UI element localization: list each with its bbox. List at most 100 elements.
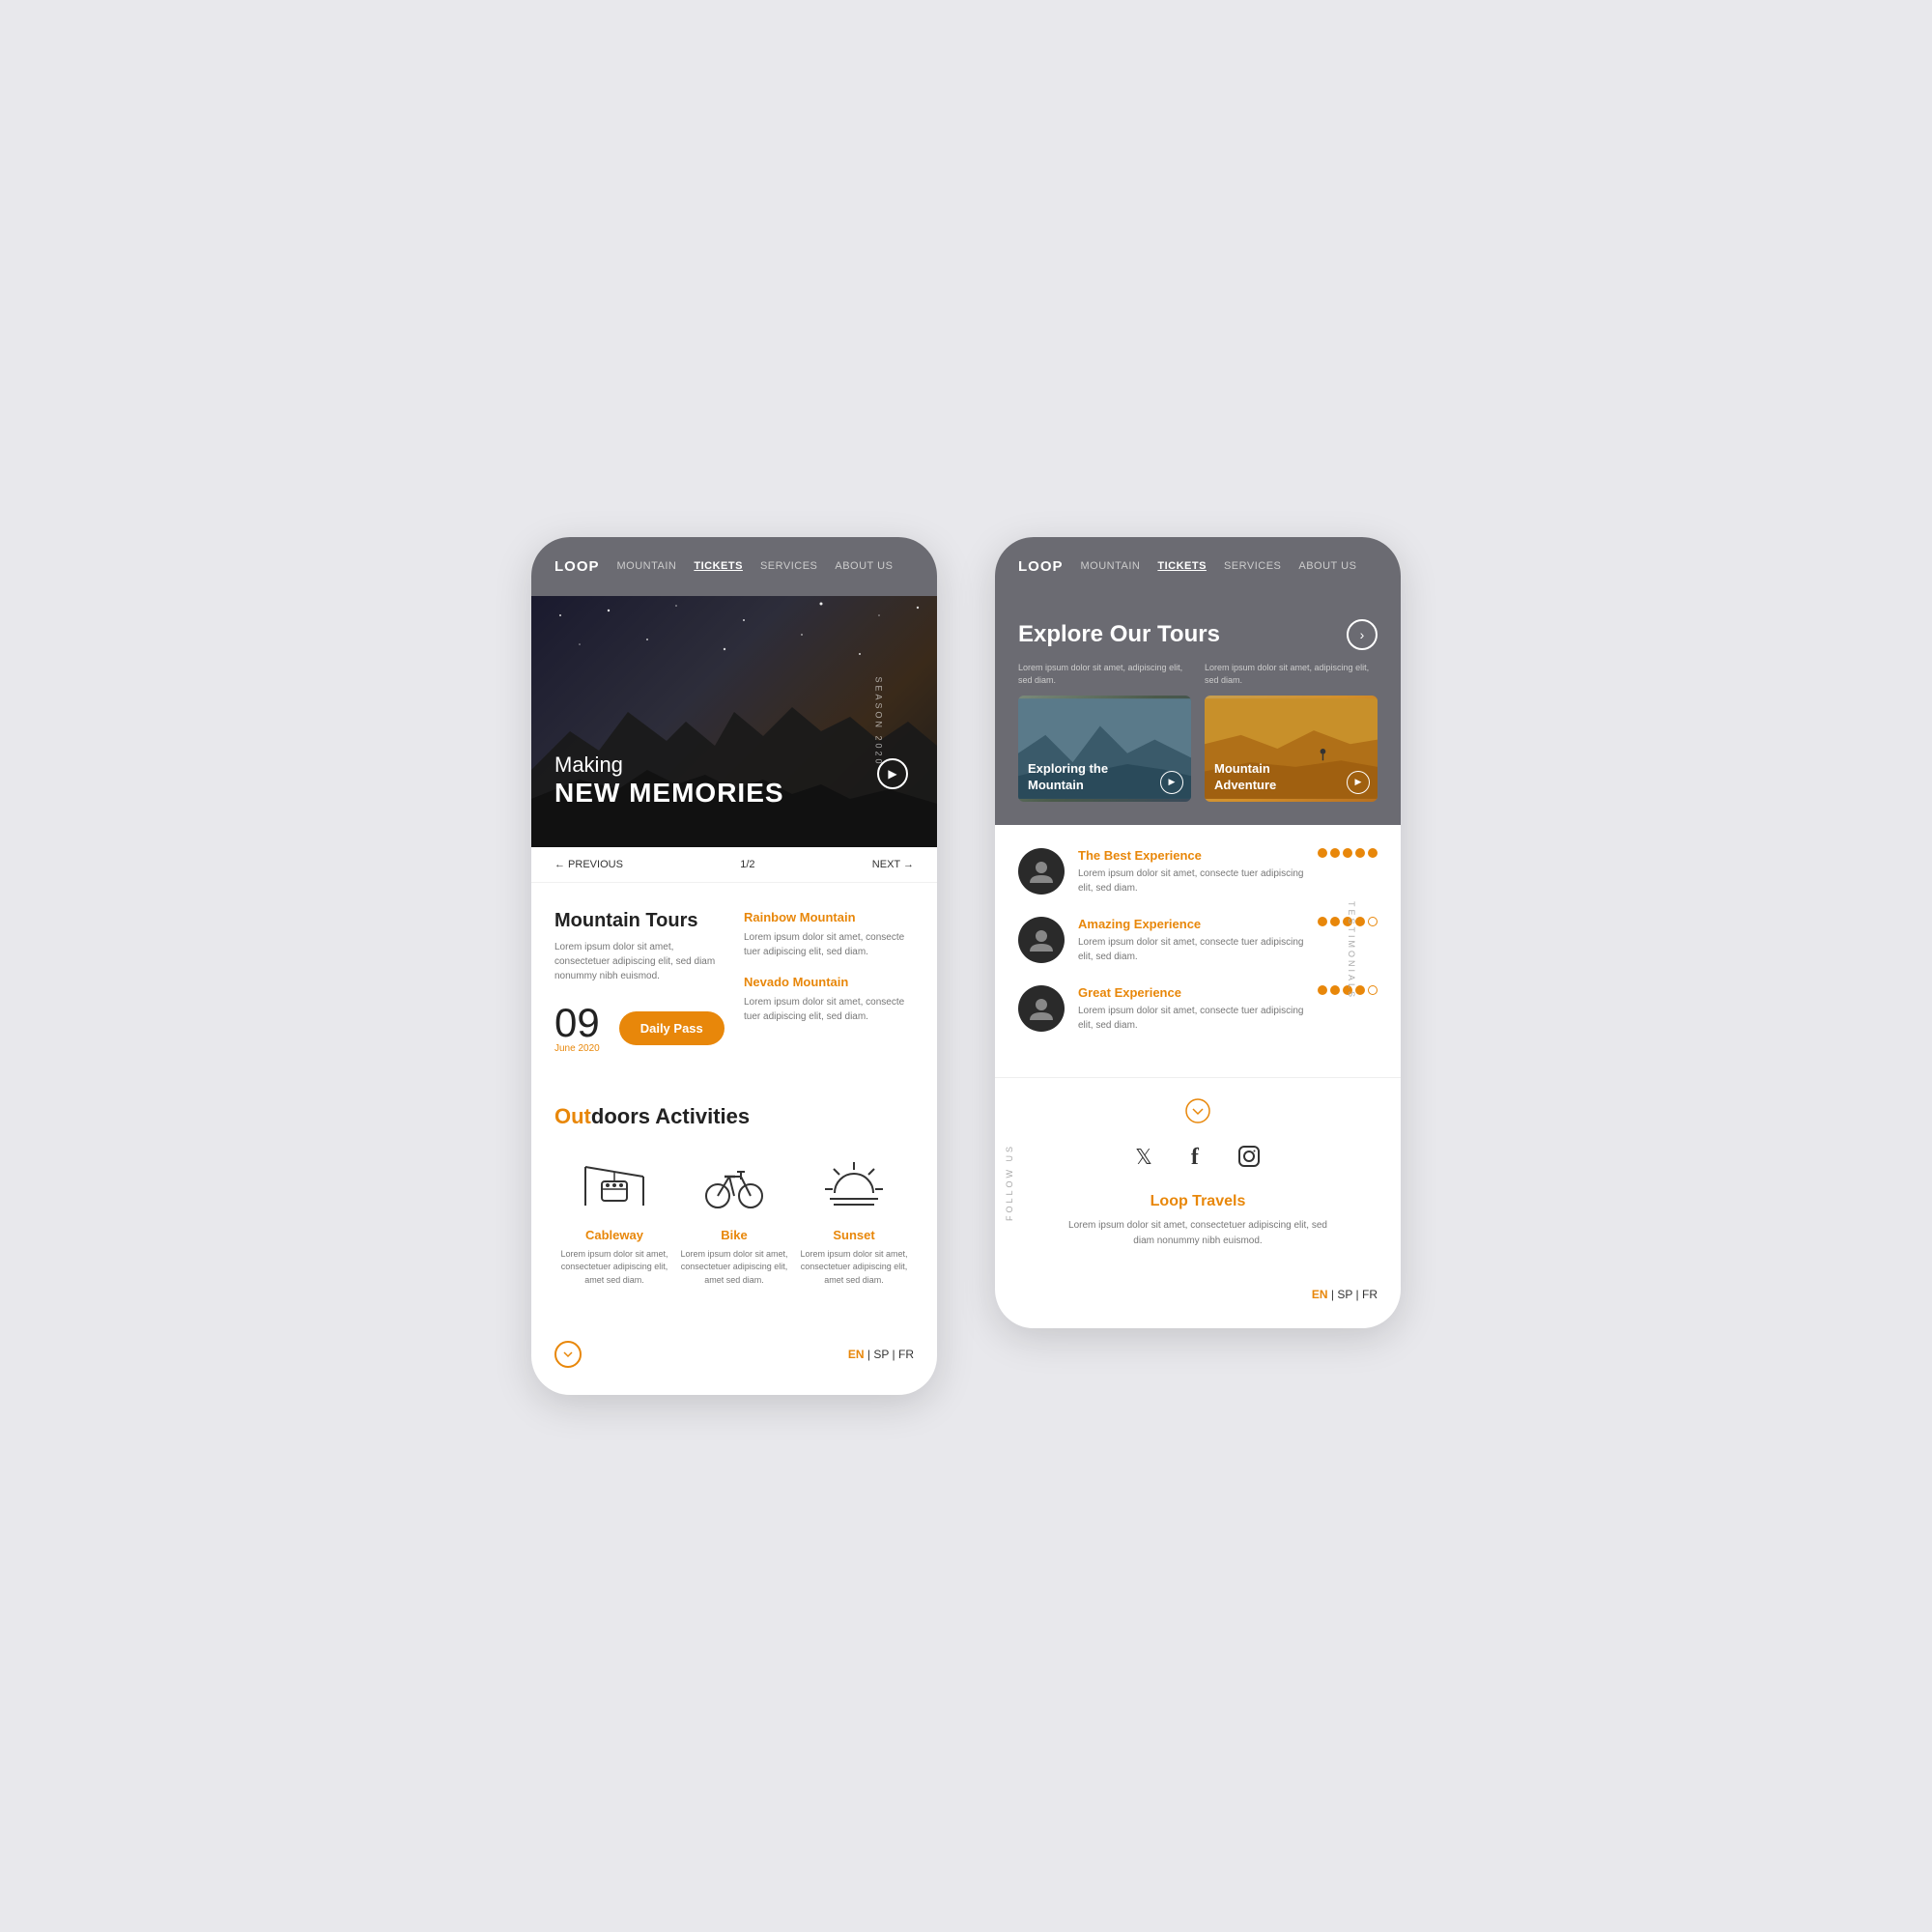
testimonial-1: The Best Experience Lorem ipsum dolor si…	[1018, 848, 1378, 895]
brand-name: Loop Travels	[1018, 1193, 1378, 1210]
avatar-1	[1018, 848, 1065, 895]
tours-section: Explore Our Tours › Lorem ipsum dolor si…	[995, 596, 1401, 825]
testimonial-3-desc: Lorem ipsum dolor sit amet, consecte tue…	[1078, 1004, 1304, 1033]
lang-sp-2[interactable]: SP	[1337, 1288, 1352, 1301]
phone-2: LOOP MOUNTAIN TICKETS SERVICES ABOUT US …	[995, 537, 1401, 1328]
lang-sep2: |	[893, 1348, 895, 1361]
tour1-label: Exploring the Mountain	[1028, 761, 1108, 794]
tours-section: Mountain Tours Lorem ipsum dolor sit ame…	[554, 910, 914, 1077]
date-block: 09 June 2020	[554, 1003, 600, 1054]
testimonials-section: TESTIMONIALS The Best Experience Lorem i…	[995, 825, 1401, 1077]
follow-section: FOLLOW US 𝕏 f Loop Travels	[995, 1077, 1401, 1288]
hero-making: Making	[554, 753, 784, 778]
social-icons-row: 𝕏 f	[1018, 1145, 1378, 1174]
phone1-nav: LOOP MOUNTAIN TICKETS SERVICES ABOUT US	[531, 537, 937, 596]
next-btn[interactable]: NEXT →	[872, 859, 914, 870]
scroll-down-btn[interactable]	[554, 1341, 582, 1368]
star	[1318, 917, 1327, 926]
stars-1	[1318, 848, 1378, 858]
mountain-tours-desc: Lorem ipsum dolor sit amet, consectetuer…	[554, 940, 724, 983]
nav-about-2[interactable]: ABOUT US	[1298, 560, 1356, 572]
bike-icon	[700, 1152, 768, 1220]
star	[1355, 848, 1365, 858]
twitter-icon[interactable]: 𝕏	[1135, 1145, 1152, 1174]
mountain-tours-title: Mountain Tours	[554, 910, 724, 932]
outdoor-title: Outdoors Activities	[554, 1104, 914, 1129]
nav-services-1[interactable]: SERVICES	[760, 560, 817, 572]
nav-tickets-1[interactable]: TICKETS	[694, 560, 743, 572]
lang-en[interactable]: EN	[848, 1348, 865, 1361]
lang-en-2[interactable]: EN	[1312, 1288, 1328, 1301]
activity-sunset: Sunset Lorem ipsum dolor sit amet, conse…	[794, 1152, 914, 1288]
nav-about-1[interactable]: ABOUT US	[835, 560, 893, 572]
daily-pass-btn[interactable]: Daily Pass	[619, 1011, 724, 1045]
prev-btn[interactable]: ← PREVIOUS	[554, 859, 623, 870]
lang-sep2-2: |	[1356, 1288, 1359, 1301]
hero-season: SEASON 2020	[873, 676, 883, 766]
rainbow-desc: Lorem ipsum dolor sit amet, consecte tue…	[744, 930, 914, 959]
phones-container: LOOP MOUNTAIN TICKETS SERVICES ABOUT US	[531, 537, 1401, 1396]
nav-mountain-1[interactable]: MOUNTAIN	[617, 560, 677, 572]
nav-mountain-2[interactable]: MOUNTAIN	[1081, 560, 1141, 572]
activities-row: Cableway Lorem ipsum dolor sit amet, con…	[554, 1152, 914, 1288]
mountain-tours-col: Mountain Tours Lorem ipsum dolor sit ame…	[554, 910, 724, 1077]
rainbow-title: Rainbow Mountain	[744, 910, 914, 924]
activity-cableway: Cableway Lorem ipsum dolor sit amet, con…	[554, 1152, 674, 1288]
testimonial-3: Great Experience Lorem ipsum dolor sit a…	[1018, 985, 1378, 1033]
sunset-desc: Lorem ipsum dolor sit amet, consectetuer…	[794, 1248, 914, 1288]
tour-img-mountain[interactable]: Exploring the Mountain ▶	[1018, 696, 1191, 802]
testimonial-3-name: Great Experience	[1078, 985, 1304, 1000]
language-selector-2[interactable]: EN | SP | FR	[1312, 1288, 1378, 1301]
testimonial-3-content: Great Experience Lorem ipsum dolor sit a…	[1078, 985, 1304, 1033]
star	[1343, 848, 1352, 858]
nevado-mountain: Nevado Mountain Lorem ipsum dolor sit am…	[744, 975, 914, 1024]
cableway-icon	[581, 1152, 648, 1220]
tours-arrow-btn[interactable]: ›	[1347, 619, 1378, 650]
tours-title: Explore Our Tours	[1018, 621, 1220, 648]
tour-card2-desc: Lorem ipsum dolor sit amet, adipiscing e…	[1205, 662, 1378, 688]
lang-fr[interactable]: FR	[898, 1348, 914, 1361]
tour1-play-btn[interactable]: ▶	[1160, 771, 1183, 794]
bike-label: Bike	[674, 1228, 794, 1242]
date-row: 09 June 2020 Daily Pass	[554, 1003, 724, 1054]
testimonial-2: Amazing Experience Lorem ipsum dolor sit…	[1018, 917, 1378, 964]
avatar-3	[1018, 985, 1065, 1032]
testimonial-1-name: The Best Experience	[1078, 848, 1304, 863]
phone2-nav: LOOP MOUNTAIN TICKETS SERVICES ABOUT US	[995, 537, 1401, 596]
nav-tickets-2[interactable]: TICKETS	[1157, 560, 1207, 572]
star	[1330, 917, 1340, 926]
nav-logo-2[interactable]: LOOP	[1018, 558, 1064, 575]
testimonial-1-content: The Best Experience Lorem ipsum dolor si…	[1078, 848, 1304, 895]
hero-text: Making NEW MEMORIES	[554, 753, 784, 809]
instagram-icon[interactable]	[1237, 1145, 1261, 1174]
tours-cards: Lorem ipsum dolor sit amet, adipiscing e…	[1018, 662, 1378, 802]
slide-count: 1/2	[740, 859, 754, 870]
tour1-label1: Exploring the	[1028, 761, 1108, 776]
cableway-desc: Lorem ipsum dolor sit amet, consectetuer…	[554, 1248, 674, 1288]
cableway-label: Cableway	[554, 1228, 674, 1242]
tour2-label: Mountain Adventure	[1214, 761, 1276, 794]
facebook-icon[interactable]: f	[1191, 1145, 1199, 1174]
testimonial-1-desc: Lorem ipsum dolor sit amet, consecte tue…	[1078, 867, 1304, 895]
phone-1: LOOP MOUNTAIN TICKETS SERVICES ABOUT US	[531, 537, 937, 1396]
avatar-2	[1018, 917, 1065, 963]
follow-down-btn[interactable]	[1018, 1097, 1378, 1129]
activity-bike: Bike Lorem ipsum dolor sit amet, consect…	[674, 1152, 794, 1288]
tour1-label2: Mountain	[1028, 778, 1084, 792]
nav-services-2[interactable]: SERVICES	[1224, 560, 1281, 572]
tour2-play-btn[interactable]: ▶	[1347, 771, 1370, 794]
star	[1318, 985, 1327, 995]
nevado-title: Nevado Mountain	[744, 975, 914, 989]
tour-img-desert[interactable]: Mountain Adventure ▶	[1205, 696, 1378, 802]
follow-us-label: FOLLOW US	[1005, 1144, 1014, 1221]
lang-sp[interactable]: SP	[873, 1348, 889, 1361]
lang-sep1: |	[867, 1348, 870, 1361]
language-selector[interactable]: EN | SP | FR	[848, 1348, 914, 1361]
star	[1330, 985, 1340, 995]
lang-fr-2[interactable]: FR	[1362, 1288, 1378, 1301]
phone1-content: Mountain Tours Lorem ipsum dolor sit ame…	[531, 883, 937, 1326]
nav-logo-1[interactable]: LOOP	[554, 558, 600, 575]
sunset-label: Sunset	[794, 1228, 914, 1242]
star	[1318, 848, 1327, 858]
tour-card1-desc: Lorem ipsum dolor sit amet, adipiscing e…	[1018, 662, 1191, 688]
